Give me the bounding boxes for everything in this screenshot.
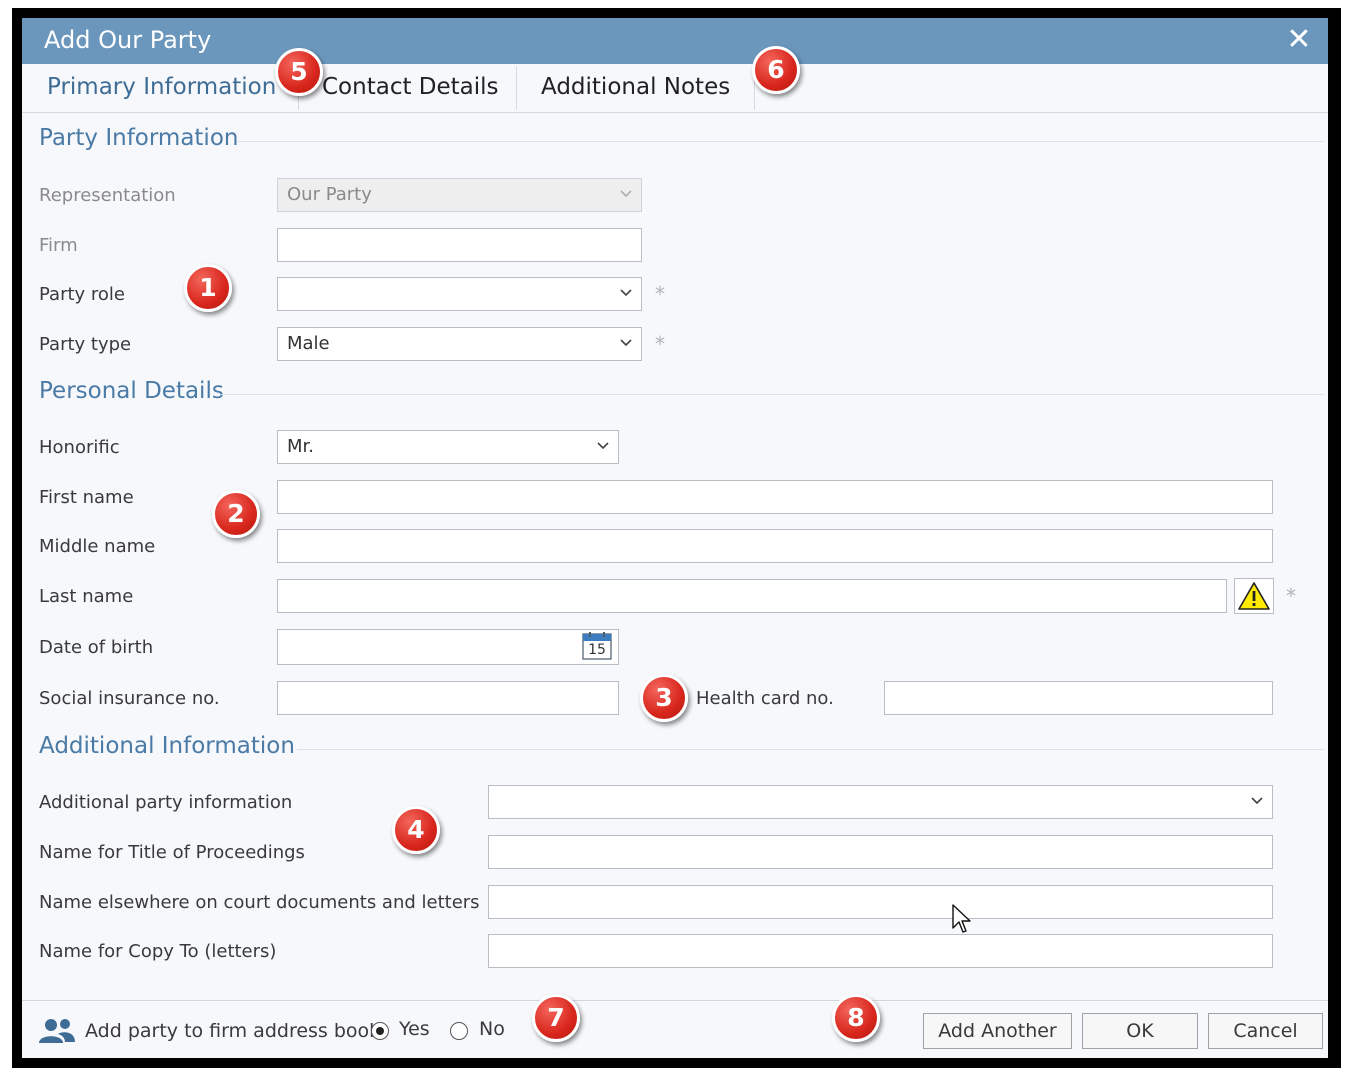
party-role-label: Party role	[39, 284, 126, 305]
section-divider	[221, 394, 1324, 395]
address-book-no-radio[interactable]	[450, 1022, 468, 1040]
last-name-label: Last name	[39, 586, 134, 607]
annotation-badge-3: 3	[640, 674, 688, 722]
representation-value: Our Party	[287, 184, 372, 205]
annotation-badge-8: 8	[832, 994, 880, 1042]
calendar-icon[interactable]: 15	[582, 632, 612, 660]
tab-additional-notes[interactable]: Additional Notes	[541, 64, 730, 112]
name-title-proceedings-input[interactable]	[488, 835, 1273, 869]
tab-contact-details[interactable]: Contact Details	[322, 64, 499, 112]
name-elsewhere-label: Name elsewhere on court documents and le…	[39, 892, 480, 913]
required-marker: *	[655, 332, 665, 356]
calendar-day: 15	[588, 642, 606, 658]
section-title-personal-details: Personal Details	[39, 378, 224, 404]
section-divider	[238, 141, 1324, 142]
address-book-label: Add party to firm address book	[85, 1020, 381, 1042]
address-book-yes-radio[interactable]	[371, 1022, 389, 1040]
section-title-additional-information: Additional Information	[39, 733, 295, 759]
name-copy-to-input[interactable]	[488, 934, 1273, 968]
party-type-label: Party type	[39, 334, 132, 355]
chevron-down-icon	[620, 328, 632, 347]
annotation-badge-1: 1	[184, 264, 232, 312]
required-marker: *	[655, 282, 665, 306]
add-another-button[interactable]: Add Another	[923, 1013, 1072, 1049]
chevron-down-icon	[620, 179, 632, 198]
required-marker: *	[1286, 584, 1296, 608]
sin-label: Social insurance no.	[39, 688, 220, 709]
honorific-select[interactable]: Mr.	[277, 430, 619, 464]
representation-label: Representation	[39, 185, 176, 206]
cancel-button[interactable]: Cancel	[1208, 1013, 1323, 1049]
party-role-select[interactable]	[277, 277, 642, 311]
honorific-label: Honorific	[39, 437, 120, 458]
annotation-badge-5: 5	[275, 48, 323, 96]
section-title-party-information: Party Information	[39, 125, 239, 151]
representation-select: Our Party	[277, 178, 642, 212]
first-name-label: First name	[39, 487, 134, 508]
party-type-select[interactable]: Male	[277, 327, 642, 361]
first-name-input[interactable]	[277, 480, 1273, 514]
yes-label[interactable]: Yes	[399, 1018, 430, 1040]
title-bar: Add Our Party ✕	[22, 18, 1328, 64]
name-elsewhere-input[interactable]	[488, 885, 1273, 919]
ok-button[interactable]: OK	[1082, 1013, 1198, 1049]
sin-input[interactable]	[277, 681, 619, 715]
dialog-title: Add Our Party	[44, 26, 212, 54]
people-icon	[39, 1019, 75, 1043]
no-label[interactable]: No	[479, 1018, 505, 1040]
additional-party-info-label: Additional party information	[39, 792, 293, 813]
additional-party-info-select[interactable]	[488, 785, 1273, 819]
middle-name-label: Middle name	[39, 536, 156, 557]
firm-label: Firm	[39, 235, 78, 256]
chevron-down-icon	[597, 431, 609, 450]
add-party-dialog: Add Our Party ✕ Primary Information Cont…	[22, 18, 1328, 1058]
health-card-input[interactable]	[884, 681, 1273, 715]
chevron-down-icon	[620, 278, 632, 297]
dob-label: Date of birth	[39, 637, 154, 658]
close-icon[interactable]: ✕	[1282, 22, 1316, 58]
warning-button[interactable]	[1234, 578, 1274, 614]
tab-primary-information[interactable]: Primary Information	[47, 64, 277, 112]
warning-icon	[1238, 582, 1270, 610]
health-card-label: Health card no.	[696, 688, 834, 709]
name-title-proceedings-label: Name for Title of Proceedings	[39, 842, 305, 863]
annotation-badge-4: 4	[392, 806, 440, 854]
middle-name-input[interactable]	[277, 529, 1273, 563]
mouse-cursor-icon	[952, 904, 971, 933]
dob-input[interactable]: 15	[277, 629, 619, 665]
party-type-value: Male	[287, 333, 330, 354]
tab-divider	[516, 66, 517, 110]
last-name-input[interactable]	[277, 579, 1227, 613]
annotation-badge-7: 7	[532, 994, 580, 1042]
annotation-badge-6: 6	[752, 46, 800, 94]
annotation-badge-2: 2	[212, 490, 260, 538]
chevron-down-icon	[1251, 786, 1263, 805]
honorific-value: Mr.	[287, 436, 314, 457]
firm-input[interactable]	[277, 228, 642, 262]
tab-strip: Primary Information Contact Details Addi…	[22, 64, 1328, 113]
name-copy-to-label: Name for Copy To (letters)	[39, 941, 277, 962]
section-divider	[297, 749, 1324, 750]
footer-divider	[22, 1000, 1328, 1001]
